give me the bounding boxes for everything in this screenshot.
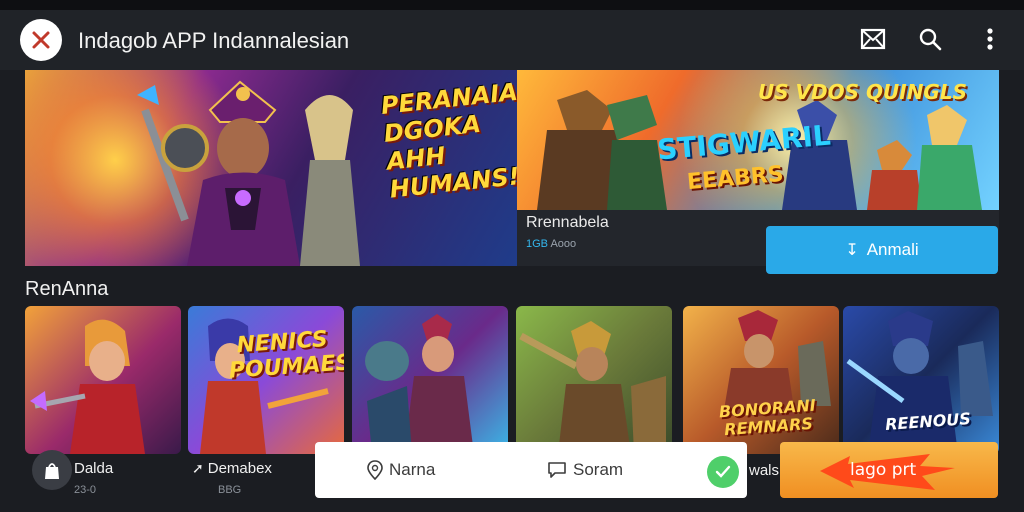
install-label: Anmali <box>866 240 919 259</box>
section-title: RenAnna <box>25 278 109 300</box>
more-vertical-icon <box>987 28 993 50</box>
arrow-icon: ➚ <box>192 460 204 476</box>
hero-banner-left[interactable]: PERANAIA DGOKA AHH HUMANS! <box>25 70 517 266</box>
bottom-action-bar: Narna Soram <box>315 442 747 498</box>
game-card-title: Dalda <box>74 460 114 477</box>
status-bar <box>0 0 1024 10</box>
hero-banner-right[interactable]: US VDOS QUINGLS STIGWARIL EEABRS <box>517 70 999 210</box>
game-card-title: ➚ Demabex <box>192 460 272 477</box>
hero-character-art <box>137 80 360 266</box>
mail-button[interactable] <box>858 24 888 54</box>
promo-label: lago prt <box>850 460 917 480</box>
more-menu-button[interactable] <box>975 24 1005 54</box>
install-button[interactable]: ↧ Anmali <box>766 226 998 274</box>
game-card-meta: BBG <box>218 484 242 496</box>
hero-left-headline: PERANAIA DGOKA AHH HUMANS! <box>379 77 517 204</box>
game-card[interactable] <box>516 306 672 454</box>
bottom-bar-item-location[interactable]: Narna <box>367 460 435 480</box>
game-card-art-text: NENICS POUMAES <box>228 326 344 384</box>
game-card[interactable]: NENICS POUMAES <box>188 306 344 454</box>
search-button[interactable] <box>915 24 945 54</box>
bottom-bar-item-label: Narna <box>389 460 436 479</box>
bottom-bar-item-label: Soram <box>573 460 624 479</box>
game-card[interactable]: REENOUS <box>843 306 999 454</box>
close-icon <box>32 31 50 49</box>
hero-game-name: Rrennabela <box>526 214 609 231</box>
game-card[interactable] <box>25 306 181 454</box>
game-card-meta: 23-0 <box>74 484 97 496</box>
confirm-button[interactable] <box>707 456 739 488</box>
side-label: wals <box>749 462 780 479</box>
hero-game-downloads: Aooo <box>550 238 577 250</box>
hero-right-top-text: US VDOS QUINGLS <box>757 80 967 104</box>
check-icon <box>715 465 731 478</box>
game-card-art <box>365 314 474 454</box>
app-title: Indagob APP Indannalesian <box>78 28 350 53</box>
game-card-art <box>30 319 145 454</box>
app-bar: Indagob APP Indannalesian <box>0 10 1024 70</box>
mail-icon <box>860 28 886 50</box>
close-button[interactable] <box>20 19 62 61</box>
game-card[interactable] <box>352 306 508 454</box>
hero-game-size: 1GB <box>526 238 549 250</box>
game-card-art <box>846 311 993 454</box>
bag-icon <box>45 463 59 479</box>
location-pin-icon <box>367 460 383 480</box>
game-card-art <box>519 321 666 454</box>
download-icon: ↧ <box>845 242 859 259</box>
shop-bag-button[interactable] <box>32 450 72 490</box>
promo-button[interactable]: lago prt <box>780 442 998 498</box>
game-card-title-text: Demabex <box>207 460 272 477</box>
hero-game-meta: 1GB Aooo <box>526 238 576 250</box>
game-card[interactable]: BONORANI REMNARS <box>683 306 839 454</box>
search-icon <box>919 28 942 51</box>
chat-icon <box>548 462 566 478</box>
bottom-bar-item-chat[interactable]: Soram <box>547 460 623 480</box>
